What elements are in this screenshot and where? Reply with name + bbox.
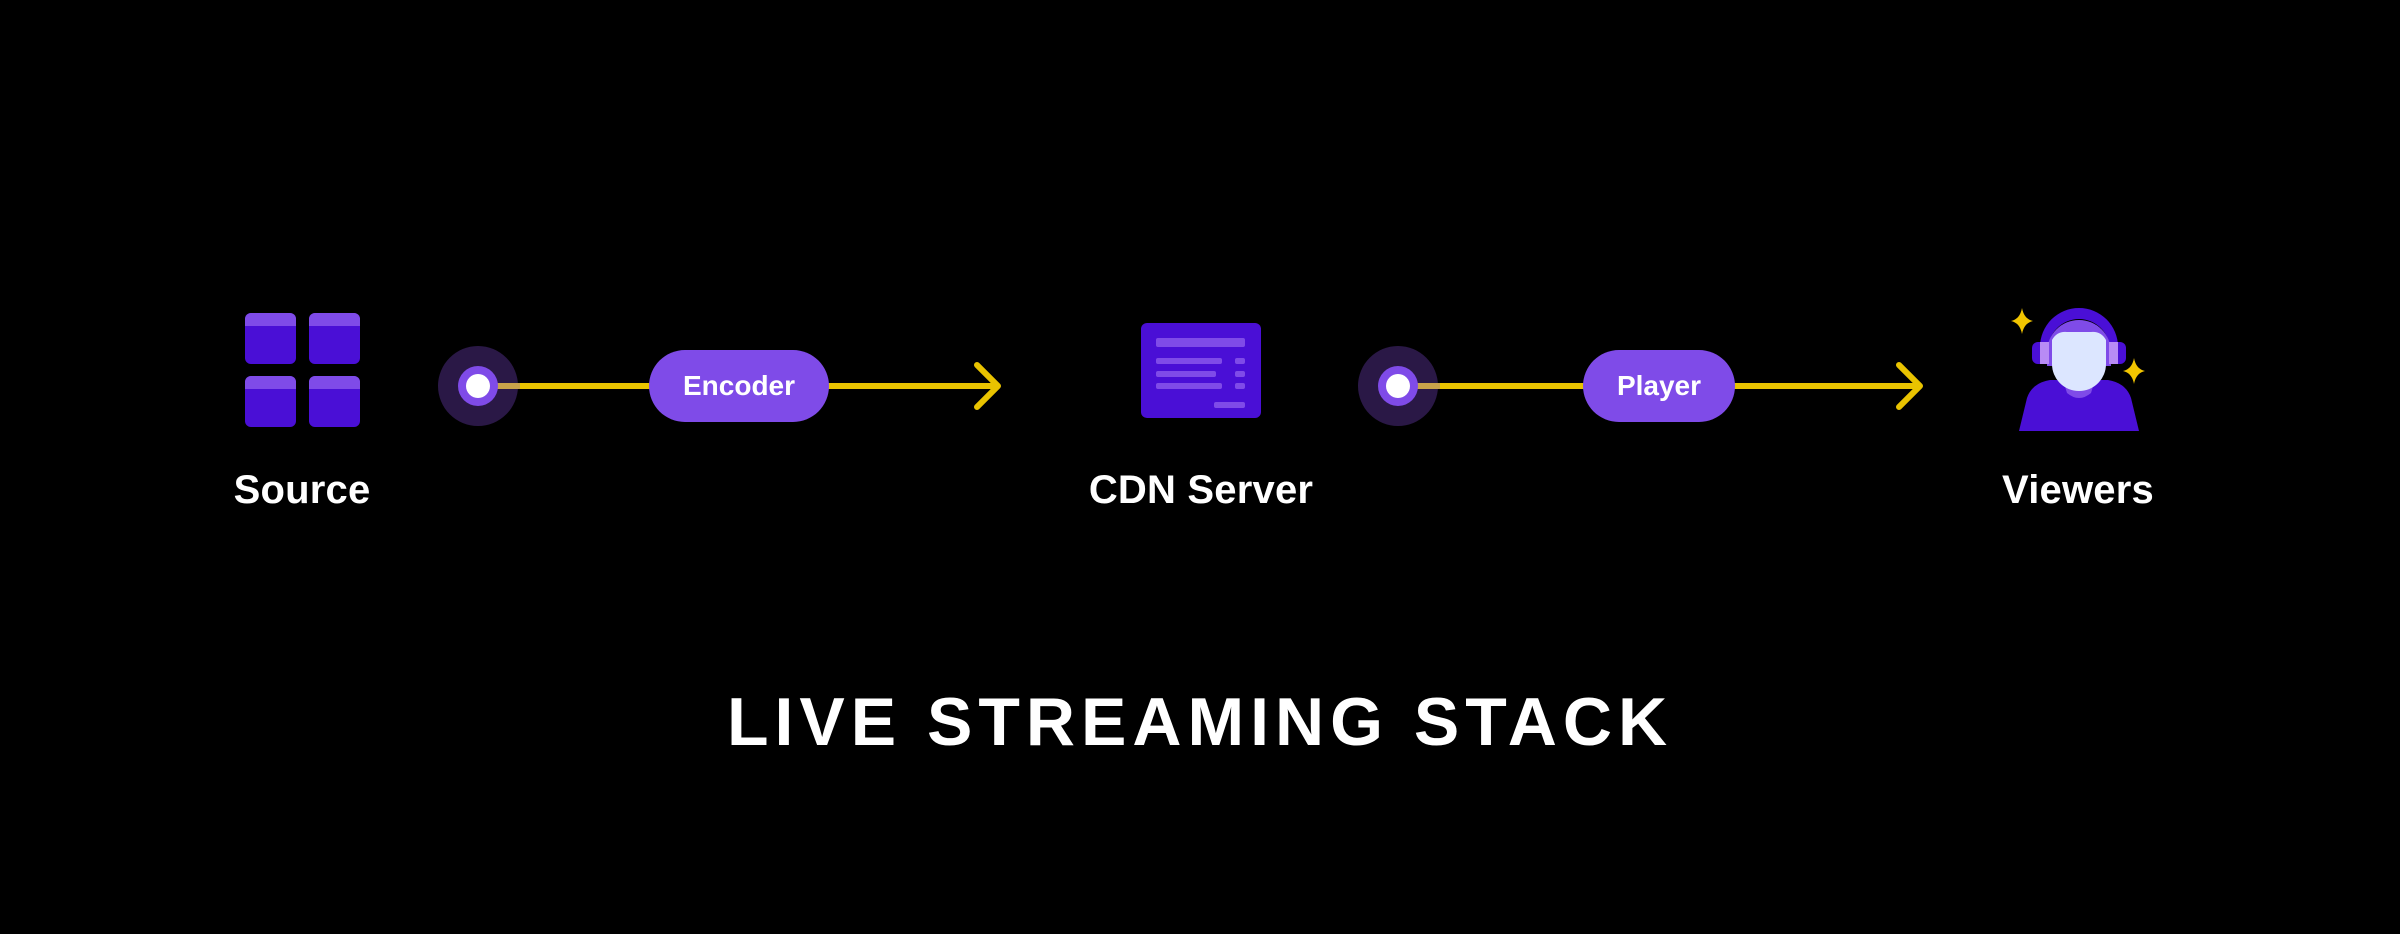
server-icon bbox=[1141, 323, 1261, 418]
node-label-viewers: Viewers bbox=[2002, 468, 2154, 512]
origin-dot-icon bbox=[438, 346, 520, 426]
node-label-source: Source bbox=[233, 468, 371, 512]
sparkle-icon bbox=[2123, 358, 2145, 384]
sparkle-icon bbox=[2011, 308, 2033, 334]
encoder-pill: Encoder bbox=[649, 350, 829, 422]
player-pill: Player bbox=[1583, 350, 1735, 422]
tile bbox=[245, 376, 296, 427]
grid-tiles-icon bbox=[245, 313, 360, 427]
tile bbox=[309, 376, 360, 427]
origin-dot-icon bbox=[1358, 346, 1440, 426]
tile bbox=[309, 313, 360, 364]
viewer-headphones-icon bbox=[2011, 308, 2145, 431]
tile bbox=[245, 313, 296, 364]
node-label-cdn-server: CDN Server bbox=[1088, 468, 1314, 512]
diagram-title: LIVE STREAMING STACK bbox=[726, 684, 1674, 760]
